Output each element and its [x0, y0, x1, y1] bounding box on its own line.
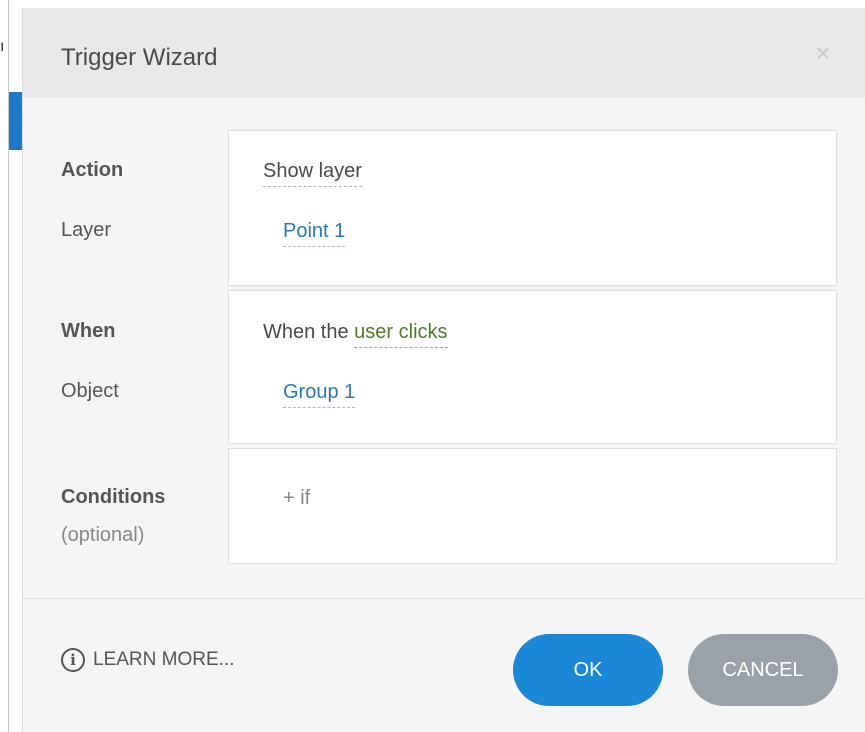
close-icon[interactable]: ×	[808, 38, 838, 68]
action-label: Action	[61, 159, 124, 181]
info-icon: i	[61, 648, 85, 672]
object-label: Object	[61, 380, 119, 402]
action-panel: Show layer Point 1	[228, 130, 837, 286]
when-panel: When the user clicks Group 1	[228, 290, 837, 444]
footer-divider	[23, 598, 865, 599]
learn-more-label: LEARN MORE...	[93, 649, 235, 670]
trigger-wizard-dialog: Trigger Wizard × Action Layer Show layer…	[22, 8, 865, 732]
when-prefix-text: When the	[263, 321, 355, 343]
object-select[interactable]: Group 1	[283, 381, 356, 408]
learn-more-link[interactable]: i LEARN MORE...	[61, 648, 234, 672]
conditions-optional-label: (optional)	[61, 524, 145, 546]
dialog-header: Trigger Wizard ×	[23, 8, 865, 98]
background-blue-tab[interactable]: ‹	[9, 92, 23, 218]
when-label: When	[61, 320, 116, 342]
ok-button[interactable]: OK	[513, 634, 663, 706]
conditions-panel: + if	[228, 448, 837, 564]
cancel-button[interactable]: CANCEL	[688, 634, 838, 706]
background-text-fragment: ı	[0, 38, 5, 55]
dialog-title: Trigger Wizard	[61, 44, 218, 71]
add-condition-button[interactable]: + if	[283, 487, 310, 510]
layer-select[interactable]: Point 1	[283, 220, 346, 247]
layer-label: Layer	[61, 219, 112, 241]
conditions-label: Conditions	[61, 486, 166, 508]
action-select[interactable]: Show layer	[263, 160, 362, 187]
when-event-select[interactable]: user clicks	[354, 321, 448, 348]
background-app: ı ‹	[0, 0, 23, 732]
